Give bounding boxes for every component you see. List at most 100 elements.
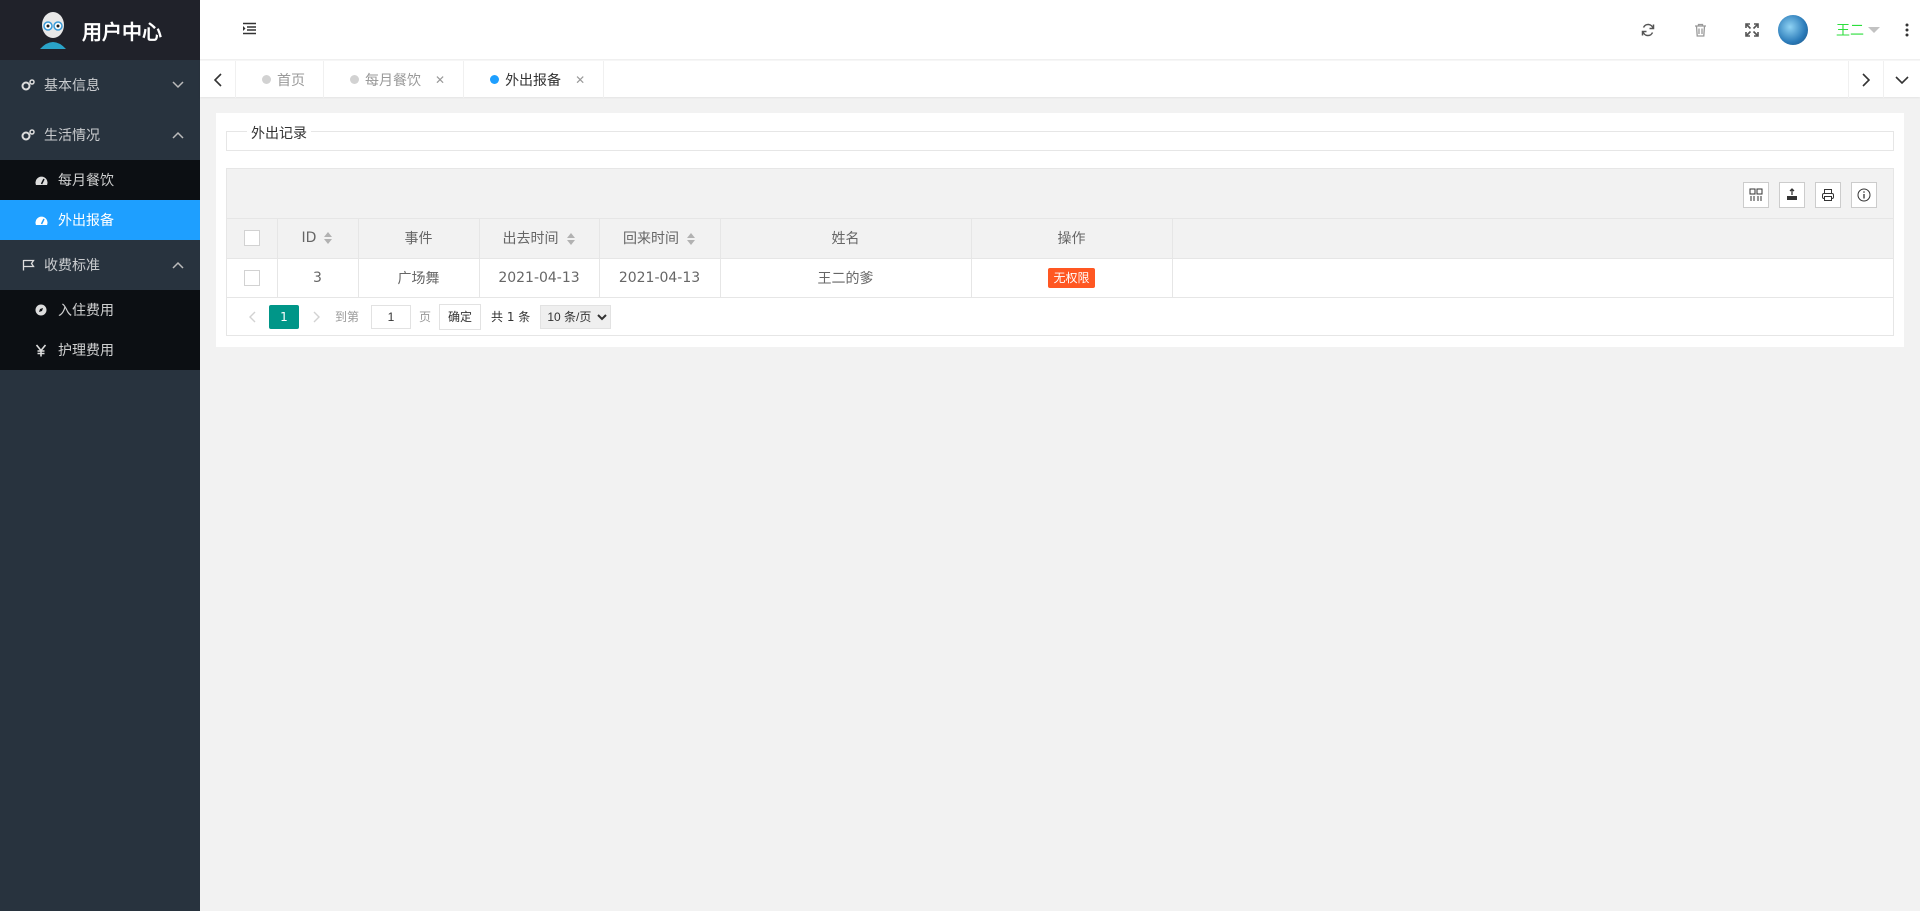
column-label: 回来时间 xyxy=(623,231,679,248)
tab-monthly-meals[interactable]: 每月餐饮 ✕ xyxy=(324,61,465,98)
sidebar-item-label: 入住费用 xyxy=(58,303,114,319)
sidebar-item-monthly-meals[interactable]: 每月餐饮 xyxy=(0,160,200,200)
refresh-button[interactable] xyxy=(1622,0,1674,60)
yen-icon xyxy=(34,343,48,357)
tab-status-dot xyxy=(490,75,500,84)
goto-label: 到第 xyxy=(335,310,360,324)
sidebar-submenu-fees: 入住费用 护理费用 xyxy=(0,290,200,370)
app-title: 用户中心 xyxy=(82,19,162,44)
current-page[interactable]: 1 xyxy=(269,304,299,329)
chevron-left-icon xyxy=(213,72,222,87)
logo: 用户中心 xyxy=(0,0,200,60)
page-label: 页 xyxy=(419,310,432,324)
column-label: 事件 xyxy=(404,231,433,248)
sidebar-group-fees[interactable]: 收费标准 xyxy=(0,240,200,290)
more-menu-button[interactable] xyxy=(1894,0,1920,60)
column-header-out-time[interactable]: 出去时间 xyxy=(479,219,600,258)
chevron-right-icon xyxy=(313,311,320,322)
user-avatar[interactable] xyxy=(1778,15,1808,45)
column-label: 出去时间 xyxy=(502,231,559,248)
trash-icon xyxy=(1694,23,1706,37)
menu-toggle-icon[interactable] xyxy=(242,21,257,40)
prev-page-button[interactable] xyxy=(237,304,267,330)
tab-home[interactable]: 首页 xyxy=(236,61,324,98)
sort-icon[interactable] xyxy=(324,232,333,245)
tabs-scroll-right-button[interactable] xyxy=(1848,61,1884,98)
dashboard-icon xyxy=(34,215,48,226)
header-toolbar: 王二 xyxy=(1622,0,1920,60)
column-header-event: 事件 xyxy=(358,219,480,258)
dashboard-icon xyxy=(34,175,48,186)
section-title: 外出记录 xyxy=(247,123,311,143)
refresh-icon xyxy=(1641,23,1655,37)
sidebar-group-label: 基本信息 xyxy=(44,78,100,94)
export-button[interactable] xyxy=(1779,182,1805,208)
sidebar-item-label: 外出报备 xyxy=(58,213,114,229)
goto-page-input[interactable] xyxy=(371,304,412,329)
sidebar-item-outing-report[interactable]: 外出报备 xyxy=(0,200,200,240)
filter-columns-button[interactable] xyxy=(1743,182,1769,208)
cell-out-time: 2021-04-13 xyxy=(479,258,600,297)
column-header-action: 操作 xyxy=(971,219,1173,258)
tab-label: 每月餐饮 xyxy=(365,72,421,89)
column-label: 操作 xyxy=(1057,231,1086,248)
compass-icon xyxy=(34,304,48,316)
sidebar-group-label: 收费标准 xyxy=(44,258,100,274)
caret-down-icon xyxy=(1868,27,1880,33)
sort-icon[interactable] xyxy=(687,233,696,246)
user-menu[interactable]: 王二 xyxy=(1836,20,1880,40)
sidebar-group-living[interactable]: 生活情况 xyxy=(0,110,200,160)
tabs-scroll-left-button[interactable] xyxy=(200,61,236,98)
close-icon[interactable]: ✕ xyxy=(575,73,585,87)
info-icon xyxy=(1857,188,1871,202)
info-button[interactable] xyxy=(1851,182,1877,208)
section-fieldset: 外出记录 xyxy=(226,123,1894,151)
cell-action: 无权限 xyxy=(971,258,1173,297)
cell-back-time: 2021-04-13 xyxy=(599,258,721,297)
sidebar-group-basic-info[interactable]: 基本信息 xyxy=(0,60,200,110)
sidebar-item-care-fees[interactable]: 护理费用 xyxy=(0,330,200,370)
tab-status-dot xyxy=(262,75,271,84)
columns-icon xyxy=(1749,188,1763,201)
cell-filler xyxy=(1172,258,1893,297)
total-count: 共 1 条 xyxy=(491,310,531,324)
column-header-filler xyxy=(1172,219,1893,258)
cell-id: 3 xyxy=(277,258,359,297)
next-page-button[interactable] xyxy=(301,304,331,330)
chevron-right-icon xyxy=(1862,72,1870,87)
clear-cache-button[interactable] xyxy=(1674,0,1726,60)
no-permission-badge[interactable]: 无权限 xyxy=(1048,268,1095,289)
confirm-button[interactable]: 确定 xyxy=(439,303,482,330)
pagination: 1 到第 页 确定 共 1 条 10 条/页 xyxy=(227,297,1893,335)
sidebar-item-label: 护理费用 xyxy=(58,343,114,359)
sidebar: 用户中心 基本信息 生活情况 每月餐饮 外出报备 收费标准 入住费用 护理费用 xyxy=(0,0,200,911)
table-toolbar xyxy=(227,169,1893,219)
select-all-checkbox[interactable] xyxy=(243,230,260,247)
sort-icon[interactable] xyxy=(566,233,576,246)
data-table: ID 事件 出去时间 回来时间 姓名 操作 3 广场舞 2021-04-13 2… xyxy=(226,168,1894,336)
column-header-back-time[interactable]: 回来时间 xyxy=(599,219,721,258)
close-icon[interactable]: ✕ xyxy=(435,73,445,87)
chevron-down-icon xyxy=(1895,75,1909,84)
gears-icon xyxy=(20,79,36,91)
fullscreen-button[interactable] xyxy=(1726,0,1778,60)
tab-outing-report[interactable]: 外出报备 ✕ xyxy=(464,61,605,98)
flag-icon xyxy=(20,259,36,271)
outing-records-table: ID 事件 出去时间 回来时间 姓名 操作 3 广场舞 2021-04-13 2… xyxy=(227,219,1893,297)
sidebar-submenu-living: 每月餐饮 外出报备 xyxy=(0,160,200,240)
print-icon xyxy=(1822,189,1834,201)
table-header-row: ID 事件 出去时间 回来时间 姓名 操作 xyxy=(227,219,1893,258)
sidebar-item-stay-fees[interactable]: 入住费用 xyxy=(0,290,200,330)
tabs-menu-button[interactable] xyxy=(1884,61,1920,98)
print-button[interactable] xyxy=(1815,182,1841,208)
chevron-down-icon xyxy=(172,77,184,93)
sidebar-group-label: 生活情况 xyxy=(44,128,100,144)
row-checkbox[interactable] xyxy=(243,269,260,286)
more-vertical-icon xyxy=(1905,23,1909,37)
column-header-id[interactable]: ID xyxy=(277,219,359,258)
column-label: 姓名 xyxy=(831,231,860,248)
row-select-cell xyxy=(227,258,278,297)
gears-icon xyxy=(20,129,36,141)
page-size-select[interactable]: 10 条/页 xyxy=(540,304,612,329)
avatar-logo-icon xyxy=(40,12,66,49)
